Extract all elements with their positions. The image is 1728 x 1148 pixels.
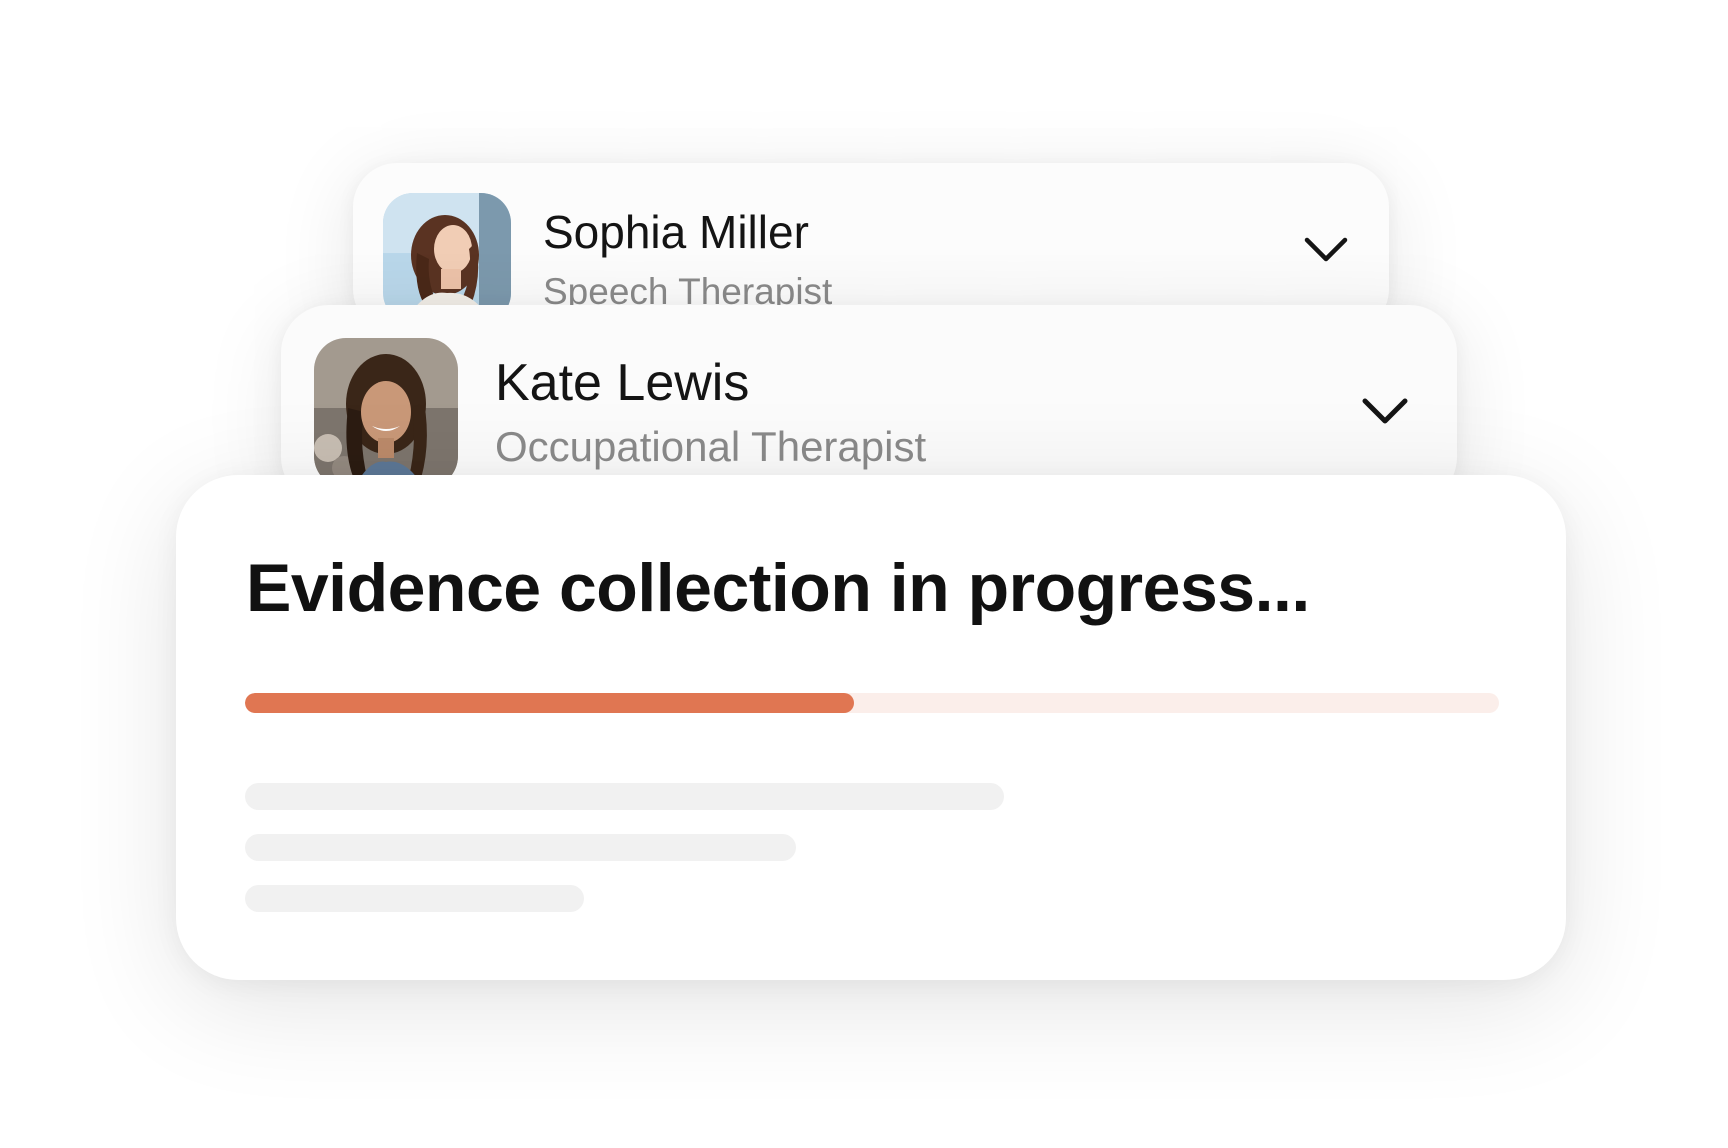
therapist-name: Sophia Miller <box>543 206 809 258</box>
chevron-down-icon[interactable] <box>1303 235 1349 265</box>
evidence-progress-card: Evidence collection in progress... <box>176 475 1566 980</box>
progress-title: Evidence collection in progress... <box>246 550 1310 626</box>
avatar <box>383 193 511 323</box>
skeleton-line <box>245 834 796 861</box>
sophia-miller-photo <box>383 193 511 323</box>
progress-bar <box>245 693 1499 713</box>
kate-lewis-photo <box>314 338 458 488</box>
skeleton-line <box>245 885 584 912</box>
therapist-role: Occupational Therapist <box>495 423 927 470</box>
therapist-name: Kate Lewis <box>495 354 750 412</box>
progress-bar-fill <box>245 693 855 713</box>
skeleton-line <box>245 783 1004 810</box>
chevron-down-icon[interactable] <box>1361 395 1409 427</box>
avatar <box>314 338 458 488</box>
canvas: Sophia Miller Speech Therapist Kate Lewi… <box>0 0 1728 1148</box>
